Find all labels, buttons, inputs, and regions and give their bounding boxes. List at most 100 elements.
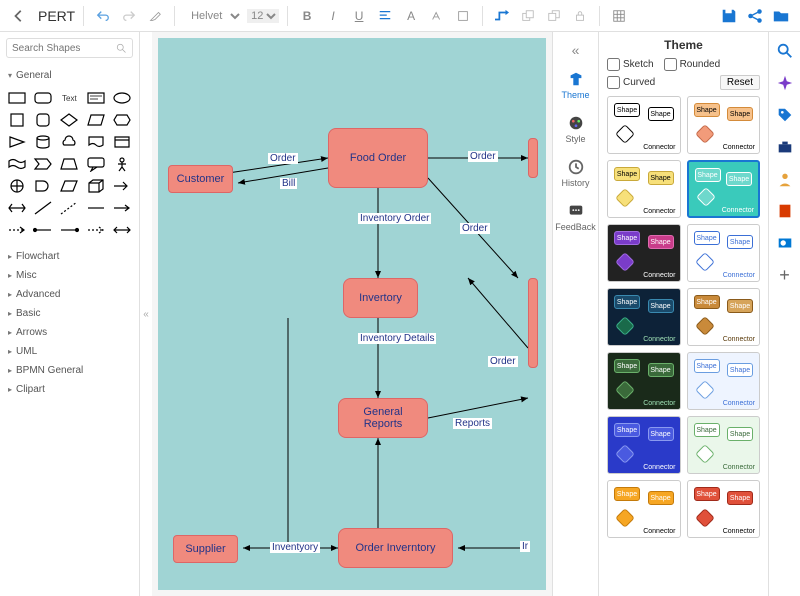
node-customer[interactable]: Customer — [168, 165, 233, 193]
category-uml[interactable]: ▸UML — [6, 342, 133, 361]
connector-style-button[interactable] — [491, 5, 513, 27]
redo-button[interactable] — [118, 5, 140, 27]
share-button[interactable] — [744, 5, 766, 27]
shape-roundsq[interactable] — [32, 111, 54, 129]
shape-triangle[interactable] — [6, 133, 28, 151]
canvas-area[interactable]: Customer Food Order Invertory General Re… — [152, 32, 552, 596]
rail-history[interactable]: History — [553, 152, 598, 194]
shape-conn2[interactable] — [58, 221, 80, 239]
theme-card-10[interactable]: ShapeShapeConnector — [607, 416, 681, 474]
shape-ellipse[interactable] — [111, 89, 133, 107]
node-order-inventory[interactable]: Order Inverntory — [338, 528, 453, 568]
theme-card-4[interactable]: ShapeShapeConnector — [607, 224, 681, 282]
theme-card-5[interactable]: ShapeShapeConnector — [687, 224, 761, 282]
shape-cube[interactable] — [85, 177, 107, 195]
shape-conn4[interactable] — [111, 221, 133, 239]
node-supplier[interactable]: Supplier — [173, 535, 238, 563]
shape-or[interactable] — [6, 177, 28, 195]
rail-style[interactable]: Style — [553, 108, 598, 150]
shape-biarrow[interactable] — [6, 199, 28, 217]
theme-card-7[interactable]: ShapeShapeConnector — [687, 288, 761, 346]
theme-card-12[interactable]: ShapeShapeConnector — [607, 480, 681, 538]
shape-diamond[interactable] — [58, 111, 80, 129]
shape-rect[interactable] — [6, 89, 28, 107]
search-shapes[interactable] — [6, 38, 133, 58]
rail-office-icon[interactable] — [776, 202, 794, 220]
shape-actor[interactable] — [111, 155, 133, 173]
shape-document[interactable] — [85, 133, 107, 151]
node-inventory[interactable]: Invertory — [343, 278, 418, 318]
theme-reset-button[interactable]: Reset — [720, 75, 760, 90]
shape-line[interactable] — [32, 199, 54, 217]
lock-button[interactable] — [569, 5, 591, 27]
shape-dasharrow[interactable] — [6, 221, 28, 239]
rail-tag-icon[interactable] — [776, 106, 794, 124]
italic-button[interactable]: I — [322, 5, 344, 27]
highlight-button[interactable] — [426, 5, 448, 27]
theme-rounded-check[interactable]: Rounded — [664, 58, 721, 71]
shape-line2[interactable] — [85, 199, 107, 217]
shape-step[interactable] — [32, 155, 54, 173]
align-button[interactable] — [374, 5, 396, 27]
category-general[interactable]: ▾General — [6, 66, 133, 85]
rail-person-icon[interactable] — [776, 170, 794, 188]
diagram-canvas[interactable]: Customer Food Order Invertory General Re… — [158, 38, 546, 590]
font-size-select[interactable]: 12 — [247, 9, 279, 23]
theme-card-9[interactable]: ShapeShapeConnector — [687, 352, 761, 410]
to-back-button[interactable] — [543, 5, 565, 27]
theme-card-1[interactable]: ShapeShapeConnector — [687, 96, 761, 154]
shape-tape[interactable] — [6, 155, 28, 173]
shape-trap[interactable] — [58, 155, 80, 173]
brush-button[interactable] — [144, 5, 166, 27]
shape-dashline[interactable] — [58, 199, 80, 217]
font-family-select[interactable]: Helvetica — [183, 7, 243, 25]
shape-parallelogram[interactable] — [85, 111, 107, 129]
theme-sketch-check[interactable]: Sketch — [607, 58, 654, 71]
back-button[interactable] — [8, 5, 30, 27]
node-food-order[interactable]: Food Order — [328, 128, 428, 188]
sidebar-collapse-handle[interactable]: « — [140, 32, 152, 596]
to-front-button[interactable] — [517, 5, 539, 27]
shape-hexagon[interactable] — [111, 111, 133, 129]
shape-arrowline[interactable] — [111, 199, 133, 217]
shape-cloud[interactable] — [58, 133, 80, 151]
shape-conn1[interactable] — [32, 221, 54, 239]
shape-roundrect[interactable] — [32, 89, 54, 107]
bold-button[interactable]: B — [296, 5, 318, 27]
theme-card-2[interactable]: ShapeShapeConnector — [607, 160, 681, 218]
shape-textbox[interactable] — [85, 89, 107, 107]
rail-collapse-button[interactable]: « — [553, 38, 598, 62]
shape-arrow[interactable] — [111, 177, 133, 195]
shape-callout[interactable] — [85, 155, 107, 173]
clear-format-button[interactable] — [452, 5, 474, 27]
shape-conn3[interactable] — [85, 221, 107, 239]
rail-outlook-icon[interactable] — [776, 234, 794, 252]
theme-card-8[interactable]: ShapeShapeConnector — [607, 352, 681, 410]
theme-card-0[interactable]: ShapeShapeConnector — [607, 96, 681, 154]
category-basic[interactable]: ▸Basic — [6, 304, 133, 323]
theme-card-3[interactable]: ShapeShapeConnector — [687, 160, 761, 218]
save-button[interactable] — [718, 5, 740, 27]
node-clip-1[interactable] — [528, 138, 538, 178]
table-button[interactable] — [608, 5, 630, 27]
category-bpmn-general[interactable]: ▸BPMN General — [6, 361, 133, 380]
shape-text[interactable]: Text — [58, 89, 80, 107]
shape-square[interactable] — [6, 111, 28, 129]
category-misc[interactable]: ▸Misc — [6, 266, 133, 285]
text-color-button[interactable]: A — [400, 5, 422, 27]
theme-card-6[interactable]: ShapeShapeConnector — [607, 288, 681, 346]
shape-card[interactable] — [111, 133, 133, 151]
node-general-reports[interactable]: General Reports — [338, 398, 428, 438]
undo-button[interactable] — [92, 5, 114, 27]
category-flowchart[interactable]: ▸Flowchart — [6, 247, 133, 266]
theme-card-13[interactable]: ShapeShapeConnector — [687, 480, 761, 538]
theme-curved-check[interactable]: Curved — [607, 76, 655, 89]
node-clip-2[interactable] — [528, 278, 538, 368]
search-shapes-input[interactable] — [12, 43, 115, 54]
folder-button[interactable] — [770, 5, 792, 27]
rail-ai-icon[interactable] — [776, 74, 794, 92]
rail-briefcase-icon[interactable] — [776, 138, 794, 156]
underline-button[interactable]: U — [348, 5, 370, 27]
rail-theme[interactable]: Theme — [553, 64, 598, 106]
category-arrows[interactable]: ▸Arrows — [6, 323, 133, 342]
